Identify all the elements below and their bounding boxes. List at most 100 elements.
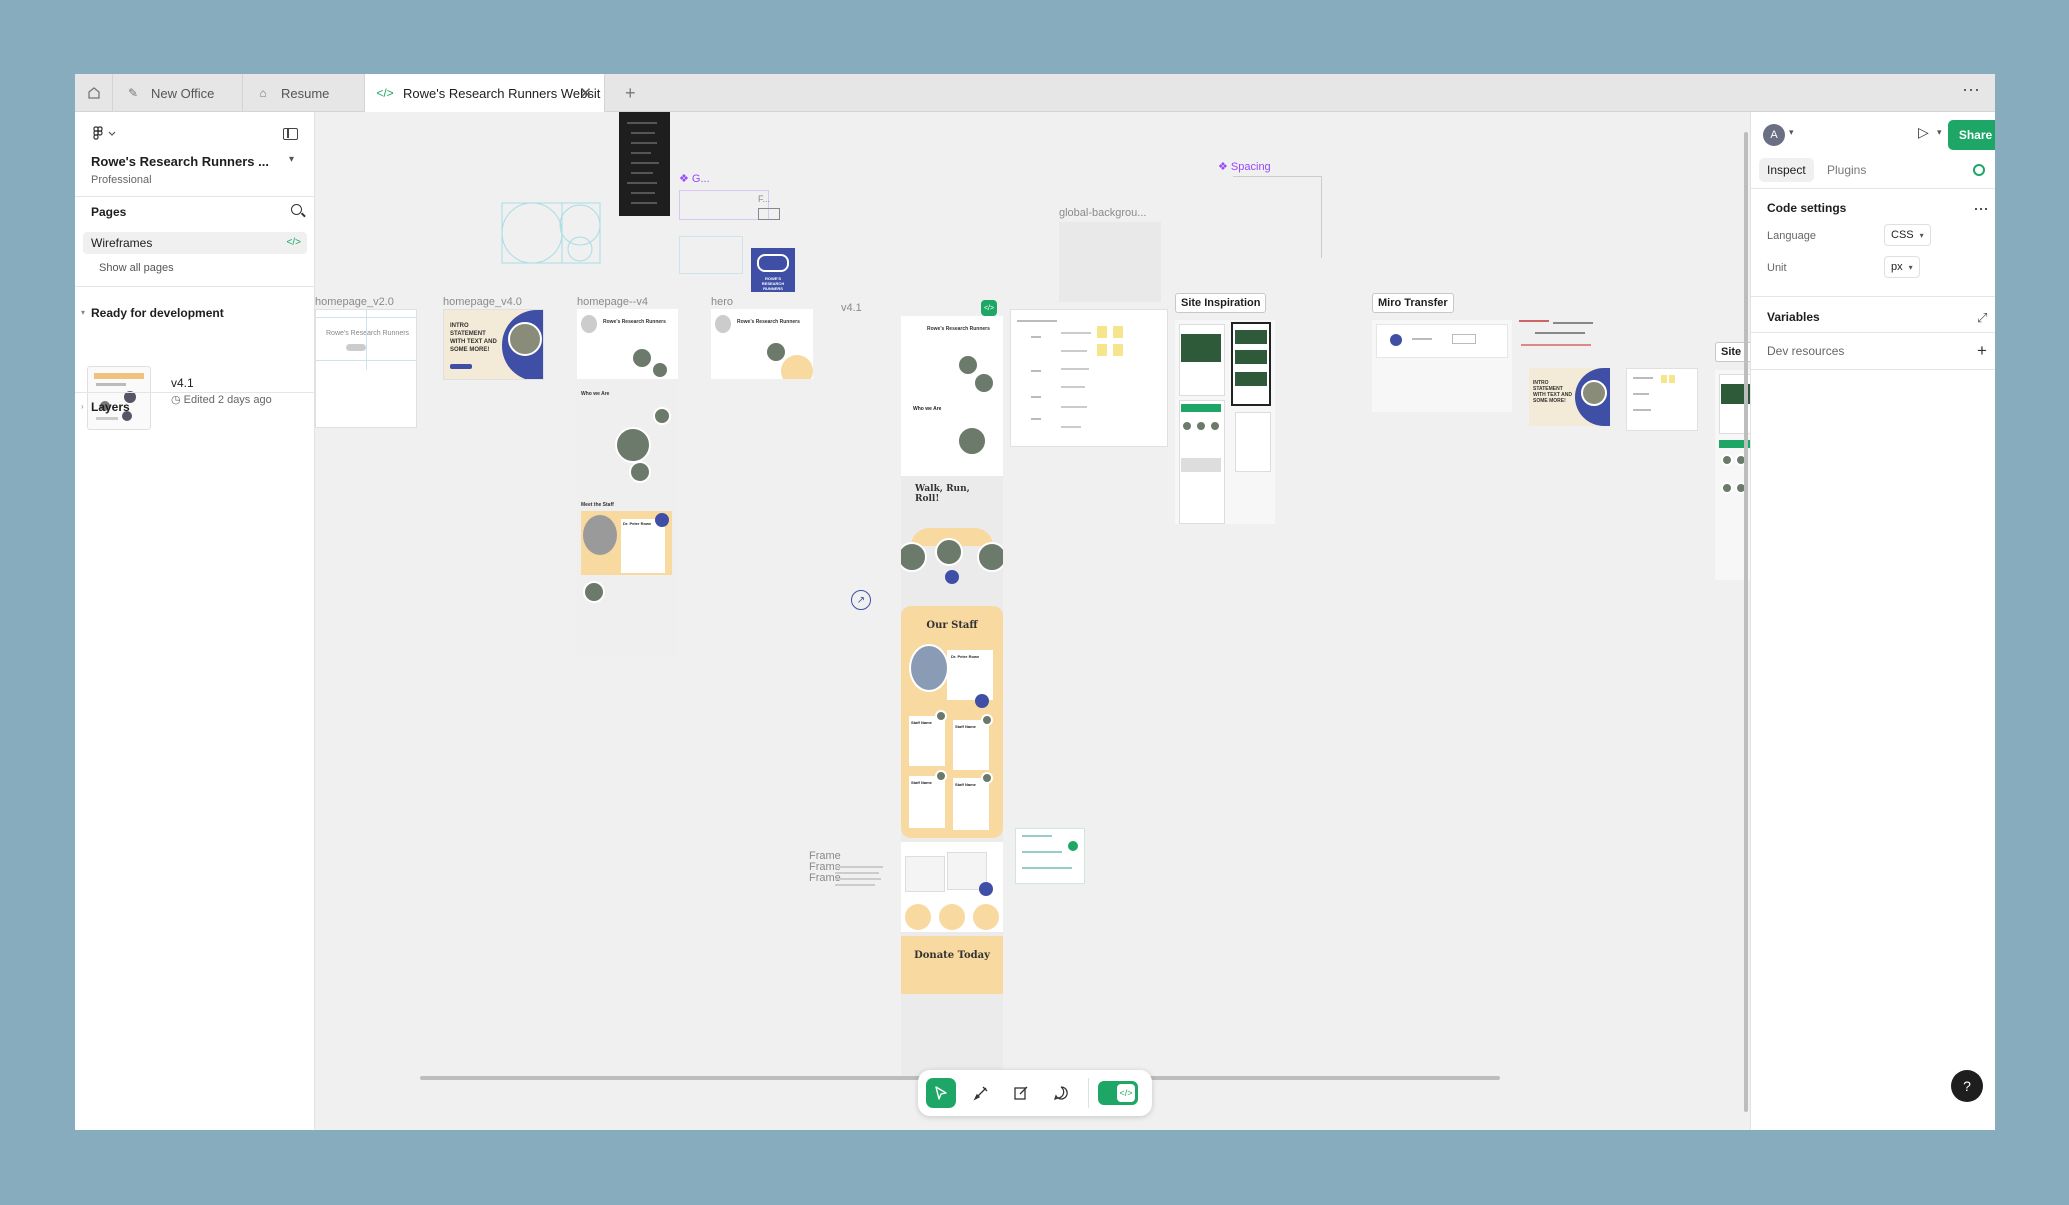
photo-circle [765, 341, 787, 363]
page-label: Wireframes [91, 236, 153, 250]
tab-inspect[interactable]: Inspect [1759, 158, 1814, 182]
ready-for-dev-icon[interactable]: </> [981, 300, 997, 316]
avatar[interactable]: A [1763, 124, 1785, 146]
vertical-scrollbar[interactable] [1744, 132, 1748, 1112]
v41-frame[interactable]: Rowe's Research Runners Who we Are Walk,… [901, 316, 1003, 1080]
globe-icon[interactable] [1973, 164, 1985, 176]
chevron-down-icon[interactable]: ▾ [289, 154, 294, 165]
homepage-v2-frame[interactable]: Rowe's Research Runners [315, 309, 417, 428]
photo-circle [653, 407, 671, 425]
version-thumbnail[interactable] [87, 366, 151, 430]
miro-transfer-frame[interactable] [1372, 320, 1512, 412]
rotate-icon[interactable]: ↗ [851, 590, 871, 610]
pencil-icon [1014, 1086, 1028, 1100]
dev-mode-toggle[interactable]: </> [1098, 1081, 1138, 1105]
component-label-g[interactable]: ❖ G... [679, 172, 710, 185]
homepage-v4-0-frame[interactable]: INTRO STATEMENT WITH TEXT AND SOME MORE! [443, 309, 544, 380]
chevron-down-icon[interactable]: ▾ [1789, 127, 1794, 138]
version-name[interactable]: v4.1 [171, 376, 194, 390]
tab-resume[interactable]: ⌂ Resume [243, 74, 365, 112]
share-button[interactable]: Share [1948, 120, 1995, 150]
tab-new-office[interactable]: ✎ New Office [113, 74, 243, 112]
photo-circle [631, 347, 653, 369]
small-frame[interactable] [758, 208, 780, 220]
language-value: CSS [1891, 229, 1914, 241]
handwritten-notes[interactable] [1515, 316, 1609, 350]
figma-menu-icon[interactable] [93, 126, 119, 143]
empty-frame[interactable] [679, 236, 743, 274]
tab-label: New Office [151, 85, 215, 101]
comment-tool-button[interactable] [1046, 1078, 1076, 1108]
project-title[interactable]: Rowe's Research Runners ... [91, 154, 269, 169]
annotate-tool-button[interactable] [966, 1078, 996, 1108]
site-inspiration-frame[interactable] [1175, 320, 1275, 524]
variables-title[interactable]: Variables [1767, 310, 1820, 324]
chevron-down-icon[interactable]: ▾ [81, 308, 85, 317]
frame-label-v41[interactable]: v4.1 [841, 302, 862, 314]
add-icon[interactable]: + [1977, 341, 1987, 361]
chevron-down-icon[interactable]: ▾ [1937, 127, 1942, 138]
section-label-miro-transfer[interactable]: Miro Transfer [1372, 293, 1454, 313]
logo-text: ROWE'S RESEARCH RUNNERS [761, 276, 785, 291]
spacing-frame[interactable] [1233, 176, 1322, 258]
unit-select[interactable]: px ▾ [1884, 256, 1920, 278]
staff-name: Staff Name [911, 780, 932, 785]
cursor-icon [935, 1086, 947, 1100]
frame-label-homepage-v4-0[interactable]: homepage_v4.0 [443, 296, 522, 308]
frame-label[interactable]: F... [758, 194, 770, 204]
show-all-pages-link[interactable]: Show all pages [99, 262, 174, 274]
design-canvas[interactable]: ❖ G... F... ROWE'S RESEARCH RUNNERS glob… [315, 112, 1751, 1130]
global-background-frame[interactable] [1059, 222, 1161, 302]
layers-title[interactable]: Layers [91, 400, 130, 414]
photo-circle [981, 772, 993, 784]
unit-label: Unit [1767, 262, 1787, 274]
present-play-icon[interactable]: ▷ [1918, 124, 1929, 141]
frame-label-homepage-v4[interactable]: homepage--v4 [577, 296, 648, 308]
history-icon: ◷ [171, 394, 184, 406]
tab-home[interactable] [75, 74, 113, 112]
intro-frame-copy[interactable]: INTRO STATEMENT WITH TEXT AND SOME MORE! [1529, 368, 1610, 426]
code-icon: </> [1117, 1084, 1135, 1102]
design-system-frame[interactable] [1010, 309, 1168, 447]
edit-tool-button[interactable] [1006, 1078, 1036, 1108]
expand-icon[interactable]: ⤢ [1977, 310, 1987, 326]
frame-label-homepage-v2[interactable]: homepage_v2.0 [315, 296, 394, 308]
component-label-spacing[interactable]: ❖ Spacing [1218, 160, 1271, 173]
toggle-sidebar-icon[interactable] [283, 128, 298, 140]
frame-label-hero[interactable]: hero [711, 296, 733, 308]
hero-title: Rowe's Research Runners [603, 319, 666, 325]
homepage-v4-frame[interactable]: Rowe's Research Runners Who we Are Meet … [577, 309, 678, 657]
photo-circle [583, 581, 605, 603]
tab-plugins[interactable]: Plugins [1819, 158, 1874, 182]
search-icon[interactable] [291, 204, 302, 215]
text-snippet[interactable] [835, 864, 885, 890]
dev-resources-title[interactable]: Dev resources [1767, 344, 1844, 358]
chevron-right-icon[interactable]: › [81, 402, 84, 411]
sketch-frame[interactable] [1015, 828, 1085, 884]
page-item-wireframes[interactable]: Wireframes </> [83, 232, 307, 254]
photo-circle [957, 426, 987, 456]
language-select[interactable]: CSS ▾ [1884, 224, 1931, 246]
more-options-icon[interactable]: ··· [1973, 198, 1989, 219]
help-button[interactable]: ? [1951, 1070, 1983, 1102]
edited-text: Edited 2 days ago [183, 394, 272, 406]
move-tool-button[interactable] [926, 1078, 956, 1108]
ready-for-dev-title[interactable]: Ready for development [91, 306, 224, 320]
close-tab-icon[interactable]: ✕ [579, 84, 592, 102]
code-settings-title: Code settings [1767, 201, 1847, 215]
component-frame[interactable] [679, 190, 769, 220]
divider [1088, 1078, 1089, 1108]
section-label-site-inspiration[interactable]: Site Inspiration [1175, 293, 1267, 313]
new-tab-button[interactable]: + [625, 83, 636, 104]
tab-rowes-research-runners[interactable]: </> Rowe's Research Runners Websit ✕ [365, 74, 605, 112]
staff-name: Staff Name [911, 720, 932, 725]
more-options-icon[interactable]: ⋯ [1962, 80, 1981, 101]
section-title: Meet the Staff [581, 502, 614, 508]
notes-frame[interactable] [1626, 368, 1698, 431]
divider [1751, 369, 1995, 370]
frame-label-global-background[interactable]: global-backgrou... [1059, 207, 1146, 219]
logo-frame[interactable]: ROWE'S RESEARCH RUNNERS [751, 248, 795, 292]
hero-frame[interactable]: Rowe's Research Runners [711, 309, 813, 379]
dark-frame[interactable] [619, 112, 670, 216]
golden-ratio-graphic[interactable] [501, 202, 601, 264]
